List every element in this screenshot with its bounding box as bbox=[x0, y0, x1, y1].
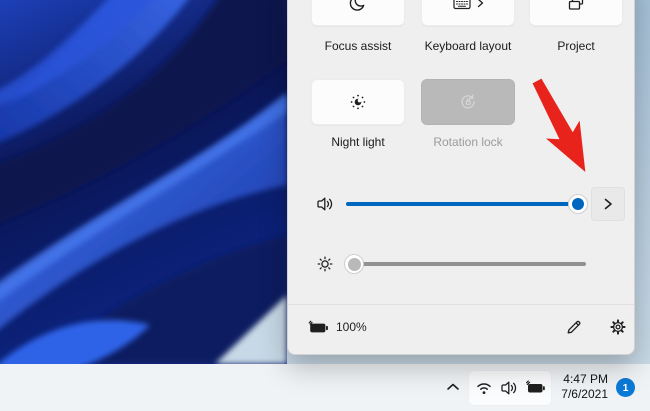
tile-keyboard-layout[interactable] bbox=[421, 0, 515, 26]
rotation-lock-icon bbox=[458, 92, 478, 112]
desktop-screenshot: 4:47 PM 7/6/2021 1 bbox=[0, 0, 650, 411]
tile-label-focus-assist: Focus assist bbox=[298, 39, 418, 53]
volume-slider-track[interactable] bbox=[346, 202, 584, 206]
project-icon bbox=[566, 0, 586, 13]
battery-charging-icon bbox=[524, 378, 546, 398]
volume-expand-button[interactable] bbox=[591, 187, 625, 221]
brightness-slider-thumb[interactable] bbox=[344, 254, 364, 274]
settings-button[interactable] bbox=[604, 313, 632, 341]
gear-icon bbox=[608, 317, 628, 337]
footer-divider bbox=[288, 304, 634, 305]
tile-label-project: Project bbox=[516, 39, 636, 53]
moon-icon bbox=[348, 0, 368, 13]
tile-label-keyboard-layout: Keyboard layout bbox=[408, 39, 528, 53]
tray-overflow-button[interactable] bbox=[437, 371, 469, 403]
brightness-icon bbox=[315, 254, 335, 274]
speaker-icon bbox=[499, 378, 519, 398]
speaker-icon bbox=[315, 194, 335, 214]
keyboard-icon bbox=[452, 0, 472, 13]
tile-night-light[interactable] bbox=[311, 79, 405, 125]
clock-time: 4:47 PM bbox=[561, 372, 608, 387]
chevron-right-icon bbox=[601, 197, 615, 211]
notification-count: 1 bbox=[623, 382, 629, 394]
notification-badge[interactable]: 1 bbox=[616, 378, 635, 397]
system-tray-button[interactable] bbox=[468, 370, 552, 406]
battery-status: 100% bbox=[307, 317, 367, 337]
volume-slider-thumb[interactable] bbox=[568, 194, 588, 214]
pencil-icon bbox=[564, 317, 584, 337]
tile-label-rotation-lock: Rotation lock bbox=[408, 135, 528, 149]
tile-project[interactable] bbox=[529, 0, 623, 26]
battery-percent-label: 100% bbox=[336, 320, 367, 334]
chevron-up-icon bbox=[443, 377, 463, 397]
chevron-right-icon bbox=[476, 0, 485, 9]
clock-date: 7/6/2021 bbox=[561, 387, 608, 402]
tile-focus-assist[interactable] bbox=[311, 0, 405, 26]
clock[interactable]: 4:47 PM 7/6/2021 bbox=[561, 372, 608, 402]
battery-charging-icon bbox=[307, 319, 329, 335]
taskbar: 4:47 PM 7/6/2021 bbox=[0, 364, 650, 411]
tile-rotation-lock[interactable] bbox=[421, 79, 515, 125]
brightness-slider-track[interactable] bbox=[346, 262, 586, 266]
quick-settings-panel: Focus assist Keyboard layout Project bbox=[287, 0, 635, 355]
tile-label-night-light: Night light bbox=[298, 135, 418, 149]
night-light-icon bbox=[348, 92, 368, 112]
wifi-icon bbox=[474, 378, 494, 398]
edit-quick-settings-button[interactable] bbox=[560, 313, 588, 341]
